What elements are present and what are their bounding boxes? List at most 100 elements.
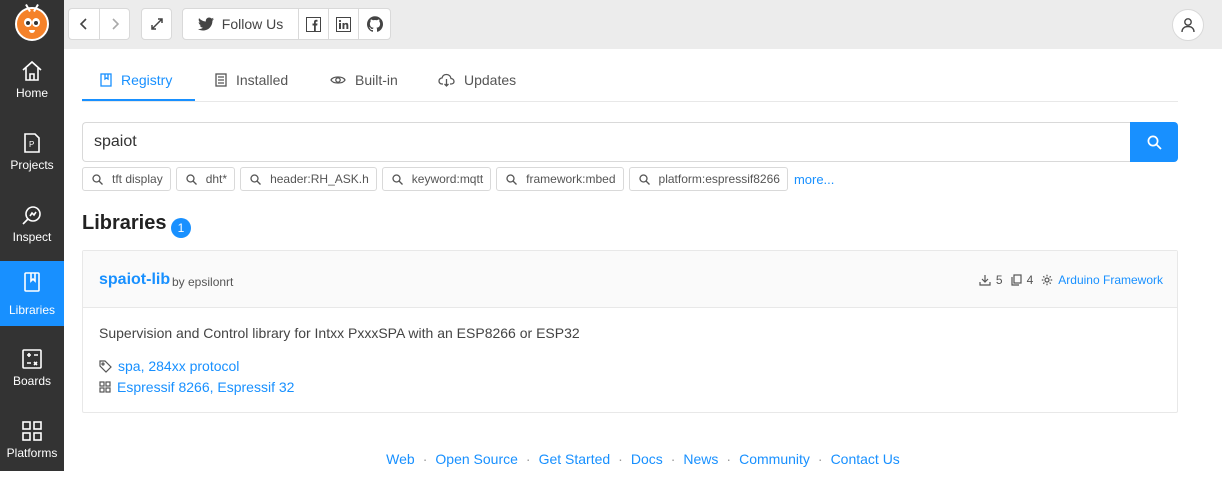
platforms-link[interactable]: Espressif 8266, Espressif 32 <box>117 379 294 395</box>
fullscreen-button[interactable] <box>142 9 171 39</box>
top-toolbar: Follow Us <box>64 0 1222 49</box>
framework-link[interactable]: Arduino Framework <box>1058 273 1163 287</box>
search-suggestions: tft display dht* header:RH_ASK.h keyword… <box>82 167 834 191</box>
sidebar-item-label: Platforms <box>6 446 58 460</box>
tab-label: Built-in <box>355 72 398 88</box>
footer-link-web[interactable]: Web <box>386 451 415 467</box>
follow-us-label: Follow Us <box>221 16 284 32</box>
book-icon <box>100 73 112 87</box>
examples-stat: 4 <box>1011 273 1033 287</box>
library-author: by epsilonrt <box>172 275 234 289</box>
search-icon <box>638 173 650 185</box>
search-icon <box>186 173 197 185</box>
footer-link-contact-us[interactable]: Contact Us <box>831 451 900 467</box>
sidebar-item-label: Projects <box>10 158 54 172</box>
svg-text:P: P <box>29 140 34 149</box>
download-icon <box>979 275 991 286</box>
platformio-logo[interactable] <box>15 4 49 41</box>
social-links: Follow Us <box>182 8 391 40</box>
suggestion-chip[interactable]: header:RH_ASK.h <box>240 167 377 191</box>
sidebar-item-home[interactable]: Home <box>0 50 64 122</box>
twitter-icon <box>197 17 214 31</box>
more-suggestions-link[interactable]: more... <box>794 172 834 187</box>
suggestion-chip[interactable]: framework:mbed <box>496 167 624 191</box>
keywords-link[interactable]: spa, 284xx protocol <box>118 358 239 374</box>
footer-link-community[interactable]: Community <box>739 451 810 467</box>
user-icon <box>1181 18 1195 33</box>
forward-button[interactable] <box>99 9 129 39</box>
gear-icon <box>1042 274 1053 286</box>
suggestion-chip[interactable]: platform:espressif8266 <box>628 167 788 191</box>
footer-link-news[interactable]: News <box>683 451 718 467</box>
library-platforms: Espressif 8266, Espressif 32 <box>99 379 294 395</box>
copy-icon <box>1011 274 1022 286</box>
home-icon <box>22 60 42 81</box>
tab-label: Registry <box>121 72 173 88</box>
sidebar-item-projects[interactable]: P Projects <box>0 122 64 194</box>
tab-label: Installed <box>236 72 289 88</box>
search-icon <box>506 173 518 185</box>
footer-link-get-started[interactable]: Get Started <box>539 451 611 467</box>
library-stats: 5 4 Arduino Framework <box>971 273 1163 287</box>
expand-icon <box>150 18 163 30</box>
github-button[interactable] <box>358 9 390 39</box>
chevron-right-icon <box>111 18 119 30</box>
sidebar-item-inspect[interactable]: Inspect <box>0 194 64 266</box>
library-tabs: Registry Installed Built-in Updates <box>82 59 1178 102</box>
search-icon <box>250 173 262 185</box>
search-button[interactable] <box>1130 122 1178 162</box>
library-description: Supervision and Control library for Intx… <box>99 325 580 341</box>
history-nav <box>68 8 130 40</box>
downloads-stat: 5 <box>979 273 1003 287</box>
eye-icon <box>330 76 346 84</box>
search-input[interactable] <box>82 122 1131 162</box>
boards-icon <box>22 349 42 369</box>
github-icon <box>366 16 383 32</box>
suggestion-chip[interactable]: keyword:mqtt <box>381 167 492 191</box>
sidebar-item-label: Home <box>15 86 48 100</box>
active-tab-indicator <box>82 99 195 101</box>
footer-link-open-source[interactable]: Open Source <box>435 451 518 467</box>
platforms-icon <box>22 421 42 441</box>
tag-icon <box>99 359 112 373</box>
facebook-button[interactable] <box>298 9 328 39</box>
projects-icon: P <box>24 133 40 153</box>
sidebar-item-label: Libraries <box>8 303 56 317</box>
search-icon <box>1147 135 1162 150</box>
tab-built-in[interactable]: Built-in <box>330 59 398 101</box>
library-card: spaiot-lib by epsilonrt 5 4 Arduino Fram… <box>82 250 1178 413</box>
account-button[interactable] <box>1172 9 1204 41</box>
footer-links: Web · Open Source · Get Started · Docs · News · Co… <box>386 451 900 467</box>
libraries-heading: Libraries <box>82 212 167 234</box>
back-button[interactable] <box>69 9 99 39</box>
grid-icon <box>99 381 111 393</box>
libraries-icon <box>24 272 40 292</box>
sidebar-item-platforms[interactable]: Platforms <box>0 410 64 482</box>
library-name-link[interactable]: spaiot-lib <box>99 271 170 289</box>
list-icon <box>215 73 227 87</box>
chevron-left-icon <box>79 18 87 30</box>
library-card-header: spaiot-lib by epsilonrt 5 4 Arduino Fram… <box>83 251 1177 308</box>
search-icon <box>92 173 103 185</box>
suggestion-chip[interactable]: tft display <box>82 167 171 191</box>
libraries-count-badge: 1 <box>171 218 191 238</box>
tab-label: Updates <box>464 72 517 88</box>
library-keywords: spa, 284xx protocol <box>99 358 239 374</box>
tab-installed[interactable]: Installed <box>215 59 288 101</box>
sidebar-item-boards[interactable]: Boards <box>0 338 64 410</box>
sidebar-item-libraries[interactable]: Libraries <box>0 261 64 326</box>
framework-stat: Arduino Framework <box>1041 273 1163 287</box>
fullscreen-button-group <box>141 8 172 40</box>
footer-link-docs[interactable]: Docs <box>631 451 663 467</box>
suggestion-chip[interactable]: dht* <box>175 167 236 191</box>
tab-updates[interactable]: Updates <box>438 59 516 101</box>
linkedin-button[interactable] <box>328 9 358 39</box>
search-icon <box>392 173 403 185</box>
facebook-icon <box>306 16 321 32</box>
sidebar: Home P Projects Inspect Libraries Boards… <box>0 0 64 471</box>
inspect-icon <box>22 206 41 225</box>
linkedin-icon <box>336 16 351 32</box>
tab-registry[interactable]: Registry <box>100 59 172 101</box>
follow-us-button[interactable]: Follow Us <box>183 9 298 39</box>
sidebar-item-label: Boards <box>12 374 52 388</box>
